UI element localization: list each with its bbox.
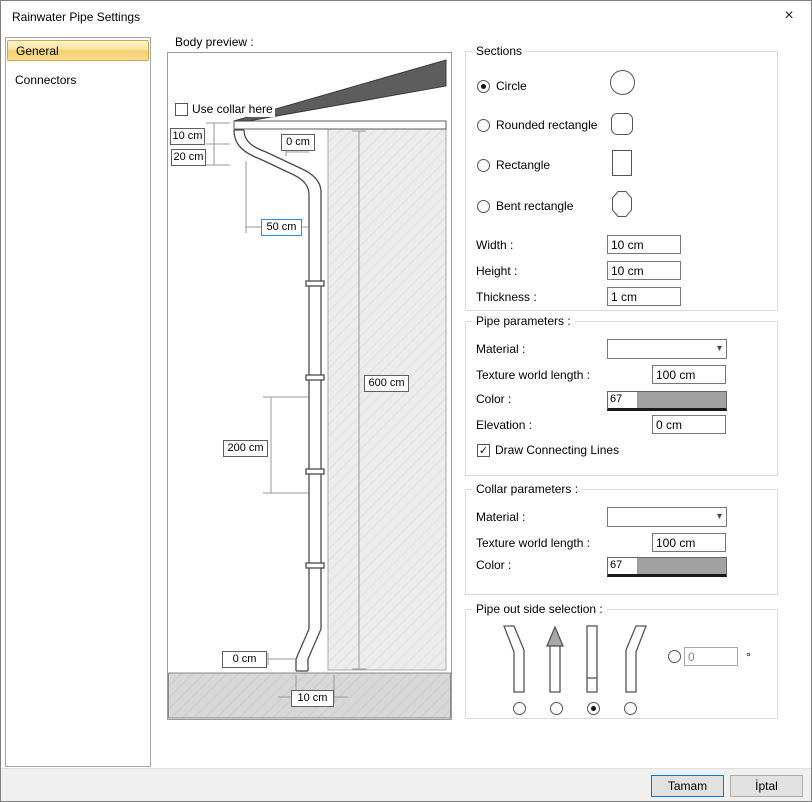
close-icon[interactable]: × (779, 6, 799, 26)
pipe-out-bend-left-icon (502, 624, 538, 694)
collar-parameters-group-title: Collar parameters : (472, 482, 582, 496)
gutter-and-downpipe (234, 130, 324, 671)
chevron-down-icon: ▾ (717, 343, 722, 354)
use-collar-checkbox-row: Use collar here (173, 101, 275, 117)
pipe-out-side-group-title: Pipe out side selection : (472, 602, 607, 616)
pipe-out-straight-icon (575, 624, 611, 694)
radio-circle-label[interactable]: Circle (496, 79, 527, 93)
chevron-down-icon: ▾ (717, 511, 722, 522)
height-label: Height : (476, 264, 517, 278)
radio-pipe-out-angle[interactable] (668, 650, 681, 663)
thickness-label: Thickness : (476, 290, 537, 304)
pipe-color-picker[interactable]: 67 (607, 391, 727, 411)
sections-group-title: Sections (472, 44, 526, 58)
dim-bottom-elevation[interactable]: 0 cm (222, 651, 267, 668)
window-title: Rainwater Pipe Settings (12, 10, 140, 24)
bent-rectangle-shape-icon (611, 190, 633, 218)
pipe-out-angle-input[interactable] (684, 647, 738, 666)
dim-wall-distance[interactable]: 50 cm (261, 219, 302, 236)
radio-circle[interactable] (477, 80, 490, 93)
radio-rounded-rectangle[interactable] (477, 119, 490, 132)
pipe-parameters-group-title: Pipe parameters : (472, 314, 575, 328)
collar-material-select[interactable]: ▾ (607, 507, 727, 527)
collar-color-swatch (638, 558, 726, 574)
collar-texture-length-input[interactable] (652, 533, 726, 552)
pipe-parameters-group: Pipe parameters : Material : ▾ Texture w… (465, 321, 778, 476)
pipe-material-select[interactable]: ▾ (607, 339, 727, 359)
rounded-rectangle-shape-icon (610, 112, 634, 136)
pipe-color-index: 67 (608, 392, 638, 408)
radio-rounded-rectangle-label[interactable]: Rounded rectangle (496, 118, 597, 132)
body-preview-panel: Use collar here 10 cm 20 cm 0 cm 50 cm 6… (167, 52, 452, 720)
dim-top-offset[interactable]: 0 cm (281, 134, 315, 151)
collar-parameters-group: Collar parameters : Material : ▾ Texture… (465, 489, 778, 595)
use-collar-label[interactable]: Use collar here (192, 102, 273, 116)
pipe-elevation-input[interactable] (652, 415, 726, 434)
height-input[interactable] (607, 261, 681, 280)
ok-button[interactable]: Tamam (651, 775, 724, 797)
radio-pipe-out-4[interactable] (624, 702, 637, 715)
pipe-out-bend-right-icon (612, 624, 648, 694)
pipe-elevation-label: Elevation : (476, 418, 532, 432)
radio-bent-rectangle[interactable] (477, 200, 490, 213)
collar-material-label: Material : (476, 510, 525, 524)
radio-pipe-out-1[interactable] (513, 702, 526, 715)
radio-pipe-out-2[interactable] (550, 702, 563, 715)
cancel-button[interactable]: İptal (730, 775, 803, 797)
rectangle-shape-icon (611, 149, 633, 177)
dim-wall-height[interactable]: 600 cm (364, 375, 409, 392)
width-label: Width : (476, 238, 513, 252)
collar-color-picker[interactable]: 67 (607, 557, 727, 577)
dim-gutter-height[interactable]: 10 cm (170, 128, 205, 145)
dim-bottom-offset[interactable]: 10 cm (291, 690, 334, 707)
use-collar-checkbox[interactable] (175, 103, 188, 116)
sidebar: General Connectors (5, 37, 151, 767)
degree-symbol: ° (746, 650, 751, 664)
dim-gutter-depth[interactable]: 20 cm (171, 149, 206, 166)
draw-connecting-lines-label[interactable]: Draw Connecting Lines (495, 443, 619, 457)
titlebar: Rainwater Pipe Settings × (1, 1, 811, 31)
dim-segment-length[interactable]: 200 cm (223, 440, 268, 457)
collar-color-index: 67 (608, 558, 638, 574)
eave-board (234, 121, 446, 129)
body-preview-title: Body preview : (175, 35, 254, 49)
wall (328, 129, 446, 670)
circle-shape-icon (609, 69, 636, 96)
radio-rectangle-label[interactable]: Rectangle (496, 158, 550, 172)
rainwater-pipe-settings-dialog: Rainwater Pipe Settings × General Connec… (0, 0, 812, 802)
pipe-out-side-group: Pipe out side selection : ° (465, 609, 778, 719)
pipe-material-label: Material : (476, 342, 525, 356)
collar-color-label: Color : (476, 558, 511, 572)
radio-bent-rectangle-label[interactable]: Bent rectangle (496, 199, 573, 213)
pipe-out-pointed-icon (538, 624, 574, 694)
footer: Tamam İptal (1, 769, 812, 802)
pipe-texture-length-label: Texture world length : (476, 368, 590, 382)
thickness-input[interactable] (607, 287, 681, 306)
pipe-color-swatch (638, 392, 726, 408)
radio-pipe-out-3[interactable] (587, 702, 600, 715)
sidebar-item-general[interactable]: General (7, 40, 149, 61)
sidebar-item-connectors[interactable]: Connectors (7, 70, 149, 91)
width-input[interactable] (607, 235, 681, 254)
collar-texture-length-label: Texture world length : (476, 536, 590, 550)
radio-rectangle[interactable] (477, 159, 490, 172)
sections-group: Sections Circle Rounded rectangle Rectan… (465, 51, 778, 311)
draw-connecting-lines-checkbox[interactable]: ✓ (477, 444, 490, 457)
pipe-texture-length-input[interactable] (652, 365, 726, 384)
pipe-color-label: Color : (476, 392, 511, 406)
